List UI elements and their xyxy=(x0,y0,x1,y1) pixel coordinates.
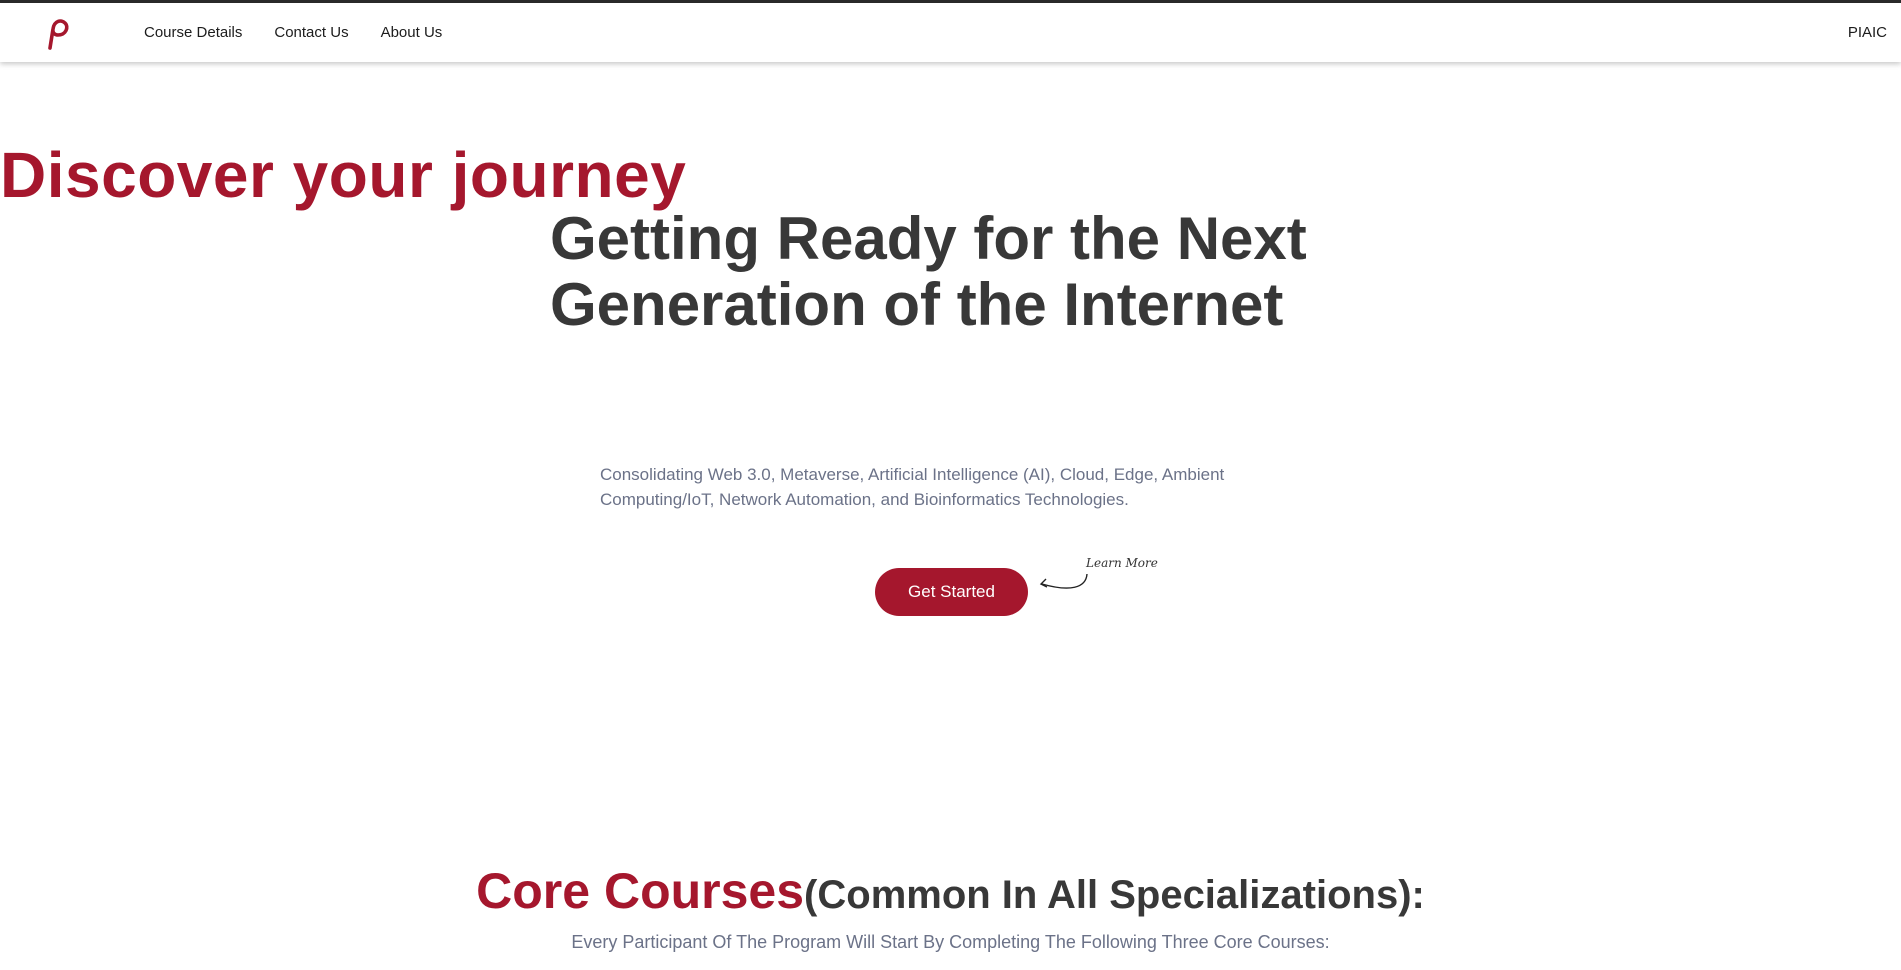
hero-title-accent: Discover your journey xyxy=(0,139,687,211)
nav-link-contact-us[interactable]: Contact Us xyxy=(274,24,348,41)
hero-subtitle: Consolidating Web 3.0, Metaverse, Artifi… xyxy=(600,465,1225,509)
nav-link-course-details[interactable]: Course Details xyxy=(144,24,242,41)
learn-more-link[interactable]: Learn More xyxy=(1086,556,1158,570)
nav-link-about-us[interactable]: About Us xyxy=(381,24,443,41)
piaic-logo-icon[interactable] xyxy=(44,15,70,51)
core-courses-heading: Core Courses(Common In All Specializatio… xyxy=(0,862,1901,920)
curved-arrow-icon xyxy=(1039,573,1088,589)
get-started-button[interactable]: Get Started xyxy=(875,568,1028,616)
core-heading-accent: Core Courses xyxy=(476,863,805,919)
hero-title-main: Getting Ready for the Next Generation of… xyxy=(550,205,1307,338)
core-courses-subheading: Every Participant Of The Program Will St… xyxy=(571,932,1330,952)
core-heading-rest: (Common In All Specializations): xyxy=(804,873,1425,917)
cta-wrapper: Get Started xyxy=(875,568,1035,616)
navbar: Course Details Contact Us About Us PIAIC xyxy=(0,3,1901,62)
brand-name[interactable]: PIAIC xyxy=(1848,3,1887,62)
nav-links: Course Details Contact Us About Us xyxy=(144,3,442,62)
